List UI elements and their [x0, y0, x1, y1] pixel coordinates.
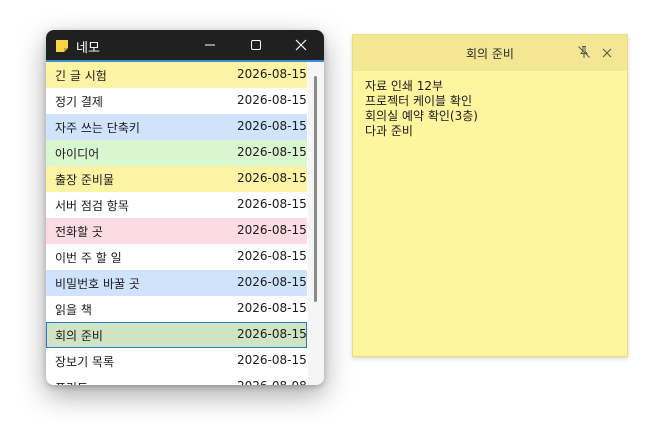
- note-date: 2026-08-15: [237, 249, 307, 263]
- sticky-note[interactable]: 회의 준비 자료 인쇄 12부 프로젝터 케이블 확인 회의실 예약 확인(3층…: [352, 34, 628, 357]
- unpin-button[interactable]: [575, 44, 593, 62]
- note-date: 2026-08-15: [237, 119, 307, 133]
- note-title: 이번 주 할 일: [55, 251, 122, 265]
- note-list[interactable]: 긴 글 시험 2026-08-15 정기 결제 2026-08-15 자주 쓰는 단축키…: [46, 62, 308, 385]
- sticky-note-line: 다과 준비: [365, 124, 413, 138]
- maximize-icon: [250, 36, 262, 55]
- note-list-item[interactable]: 정기 결제 2026-08-15: [46, 88, 307, 114]
- note-date: 2026-08-15: [237, 171, 307, 185]
- sticky-note-line: 회의실 예약 확인(3층): [365, 109, 478, 123]
- note-date: 2026-08-15: [237, 301, 307, 315]
- note-list-item[interactable]: 아이디어 2026-08-15: [46, 140, 307, 166]
- note-list-item[interactable]: 읽을 책 2026-08-15: [46, 296, 307, 322]
- note-title: 읽을 책: [55, 303, 92, 317]
- note-date: 2026-08-15: [237, 223, 307, 237]
- note-title: 전화할 곳: [55, 225, 103, 239]
- close-button[interactable]: [278, 30, 324, 60]
- note-list-item[interactable]: 전화할 곳 2026-08-15: [46, 218, 307, 244]
- note-title: 회의 준비: [55, 329, 103, 343]
- note-date: 2026-08-15: [237, 275, 307, 289]
- note-date: 2026-08-08: [237, 379, 307, 385]
- note-title: 정기 결제: [55, 95, 103, 109]
- title-bar[interactable]: 네모: [46, 30, 324, 60]
- minimize-icon: [204, 36, 216, 55]
- note-list-item[interactable]: 출장 준비물 2026-08-15: [46, 166, 307, 192]
- note-list-item[interactable]: 장보기 목록 2026-08-15: [46, 348, 307, 374]
- scrollbar[interactable]: [308, 62, 324, 385]
- note-list-item[interactable]: 비밀번호 바꿀 곳 2026-08-15: [46, 270, 307, 296]
- sticky-note-icon: [55, 38, 69, 52]
- note-list-item[interactable]: 자주 쓰는 단축키 2026-08-15: [46, 114, 307, 140]
- minimize-button[interactable]: [187, 30, 233, 60]
- note-date: 2026-08-15: [237, 197, 307, 211]
- note-date: 2026-08-15: [237, 67, 307, 81]
- note-list-item[interactable]: 이번 주 할 일 2026-08-15: [46, 244, 307, 270]
- note-title: 서버 점검 항목: [55, 199, 129, 213]
- sticky-note-line: 프로젝터 케이블 확인: [365, 94, 472, 108]
- note-date: 2026-08-15: [237, 93, 307, 107]
- scrollbar-thumb[interactable]: [314, 76, 317, 302]
- note-title: 아이디어: [55, 147, 100, 161]
- note-date: 2026-08-15: [237, 327, 307, 341]
- close-icon: [295, 36, 307, 55]
- note-title: 장보기 목록: [55, 355, 115, 369]
- window-title: 네모: [76, 41, 100, 56]
- unpin-icon: [577, 44, 591, 63]
- sticky-note-line: 자료 인쇄 12부: [365, 79, 444, 93]
- note-date: 2026-08-15: [237, 353, 307, 367]
- sticky-note-header[interactable]: 회의 준비: [353, 35, 627, 71]
- note-title: 긴 글 시험: [55, 69, 107, 83]
- note-list-item[interactable]: 회의 준비 2026-08-15: [46, 322, 307, 348]
- close-icon: [601, 44, 613, 63]
- maximize-button[interactable]: [233, 30, 279, 60]
- note-list-item[interactable]: 긴 글 시험 2026-08-15: [46, 62, 307, 88]
- note-title: 프리트: [55, 379, 88, 385]
- note-list-item[interactable]: 프리트 2026-08-08: [46, 374, 307, 385]
- sticky-close-button[interactable]: [598, 44, 616, 62]
- note-list-item[interactable]: 서버 점검 항목 2026-08-15: [46, 192, 307, 218]
- note-title: 자주 쓰는 단축키: [55, 121, 140, 135]
- sticky-note-body[interactable]: 자료 인쇄 12부 프로젝터 케이블 확인 회의실 예약 확인(3층) 다과 준…: [365, 79, 615, 139]
- note-date: 2026-08-15: [237, 145, 307, 159]
- note-title: 비밀번호 바꿀 곳: [55, 277, 140, 291]
- note-title: 출장 준비물: [55, 173, 115, 187]
- notes-window: 네모 긴 글 시험 2026-08-15 정기 결제 2026-08-15 자주 쓰는 …: [46, 30, 324, 385]
